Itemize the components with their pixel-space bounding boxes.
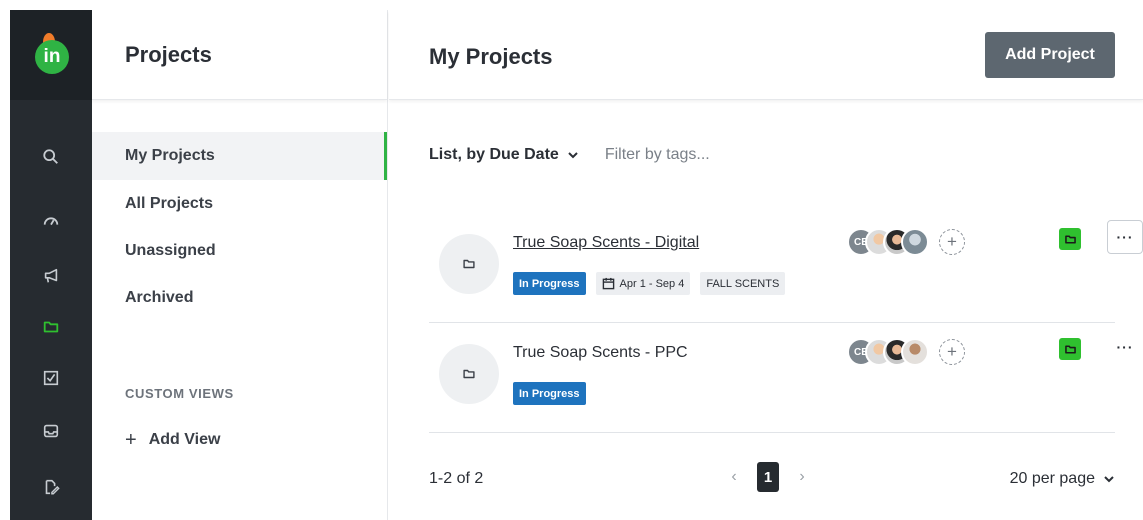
project-name-link[interactable]: True Soap Scents - PPC: [513, 344, 688, 362]
per-page-select[interactable]: 20 per page: [1010, 470, 1115, 488]
project-tags: In Progress Apr 1 - Sep 4 FALL SCENTS: [513, 272, 786, 295]
row-divider: [429, 432, 1115, 433]
view-select[interactable]: List, by Due Date: [429, 146, 579, 164]
main-header: My Projects Add Project: [389, 10, 1143, 100]
member-avatars[interactable]: CE +: [847, 338, 965, 366]
project-folder-icon: [439, 344, 499, 404]
megaphone-icon[interactable]: [40, 265, 62, 287]
folder-icon: [1064, 344, 1076, 354]
more-options-button[interactable]: ···: [1107, 220, 1143, 254]
inbox-icon[interactable]: [40, 420, 62, 442]
avatar[interactable]: [901, 228, 929, 256]
sidebar-item-unassigned[interactable]: Unassigned: [92, 227, 387, 275]
app-logo[interactable]: in: [35, 40, 69, 74]
avatar[interactable]: [901, 338, 929, 366]
calendar-icon: [602, 277, 614, 290]
list-toolbar: List, by Due Date: [429, 146, 805, 164]
main-content: My Projects Add Project List, by Due Dat…: [389, 10, 1143, 520]
pagination-footer: 1-2 of 2 ‹ 1 › 20 per page: [429, 462, 1115, 498]
date-range-tag: Apr 1 - Sep 4: [595, 272, 691, 295]
sidebar-item-label: Archived: [125, 289, 194, 306]
sidebar-item-archived[interactable]: Archived: [92, 274, 387, 322]
chevron-down-icon: [568, 152, 578, 159]
sidebar-item-my-projects[interactable]: My Projects: [92, 132, 387, 180]
dashboard-icon[interactable]: [40, 210, 62, 232]
sidebar-header: Projects: [92, 10, 387, 100]
add-member-button[interactable]: +: [939, 229, 965, 255]
sidebar-title: Projects: [125, 41, 212, 67]
prev-page-icon[interactable]: ‹: [725, 468, 743, 486]
folder-icon: [1064, 234, 1076, 244]
project-name-link[interactable]: True Soap Scents - Digital: [513, 234, 699, 252]
page-number[interactable]: 1: [757, 462, 779, 492]
plus-icon: +: [125, 429, 137, 451]
sidebar-item-label: My Projects: [125, 147, 215, 164]
icon-rail: in: [10, 10, 92, 520]
project-folder-button[interactable]: [1059, 338, 1081, 360]
result-count: 1-2 of 2: [429, 470, 484, 487]
sidebar-item-label: All Projects: [125, 195, 214, 212]
file-edit-icon[interactable]: [40, 476, 62, 498]
project-folder-button[interactable]: [1059, 228, 1081, 250]
projects-sidebar: Projects My Projects All Projects Unassi…: [92, 10, 388, 520]
project-tag[interactable]: FALL SCENTS: [700, 272, 786, 295]
project-row[interactable]: True Soap Scents - PPC In Progress CE + …: [429, 326, 1143, 436]
checkbox-icon[interactable]: [40, 367, 62, 389]
folder-icon[interactable]: [40, 316, 62, 338]
page-title: My Projects: [429, 44, 553, 69]
add-project-button[interactable]: Add Project: [985, 32, 1115, 78]
project-folder-icon: [439, 234, 499, 294]
project-row[interactable]: True Soap Scents - Digital In Progress A…: [429, 216, 1143, 326]
date-range-text: Apr 1 - Sep 4: [619, 277, 685, 290]
pagination: ‹ 1 ›: [725, 462, 811, 492]
chevron-down-icon: [1104, 476, 1114, 483]
custom-views-heading: CUSTOM VIEWS: [125, 386, 234, 401]
status-badge: In Progress: [513, 382, 586, 405]
add-view-label: Add View: [148, 431, 221, 448]
more-options-button[interactable]: ···: [1107, 330, 1143, 364]
member-avatars[interactable]: CE +: [847, 228, 965, 256]
search-icon[interactable]: [40, 146, 62, 168]
tag-filter-input[interactable]: [604, 146, 805, 164]
next-page-icon[interactable]: ›: [793, 468, 811, 486]
sidebar-item-label: Unassigned: [125, 242, 216, 259]
add-view-button[interactable]: + Add View: [125, 430, 220, 450]
view-select-label: List, by Due Date: [429, 146, 559, 163]
per-page-label: 20 per page: [1009, 470, 1095, 487]
sidebar-item-all-projects[interactable]: All Projects: [92, 180, 387, 228]
row-divider: [429, 322, 1115, 323]
project-tags: In Progress: [513, 382, 586, 405]
logo-area: in: [10, 10, 92, 100]
status-badge: In Progress: [513, 272, 586, 295]
add-member-button[interactable]: +: [939, 339, 965, 365]
